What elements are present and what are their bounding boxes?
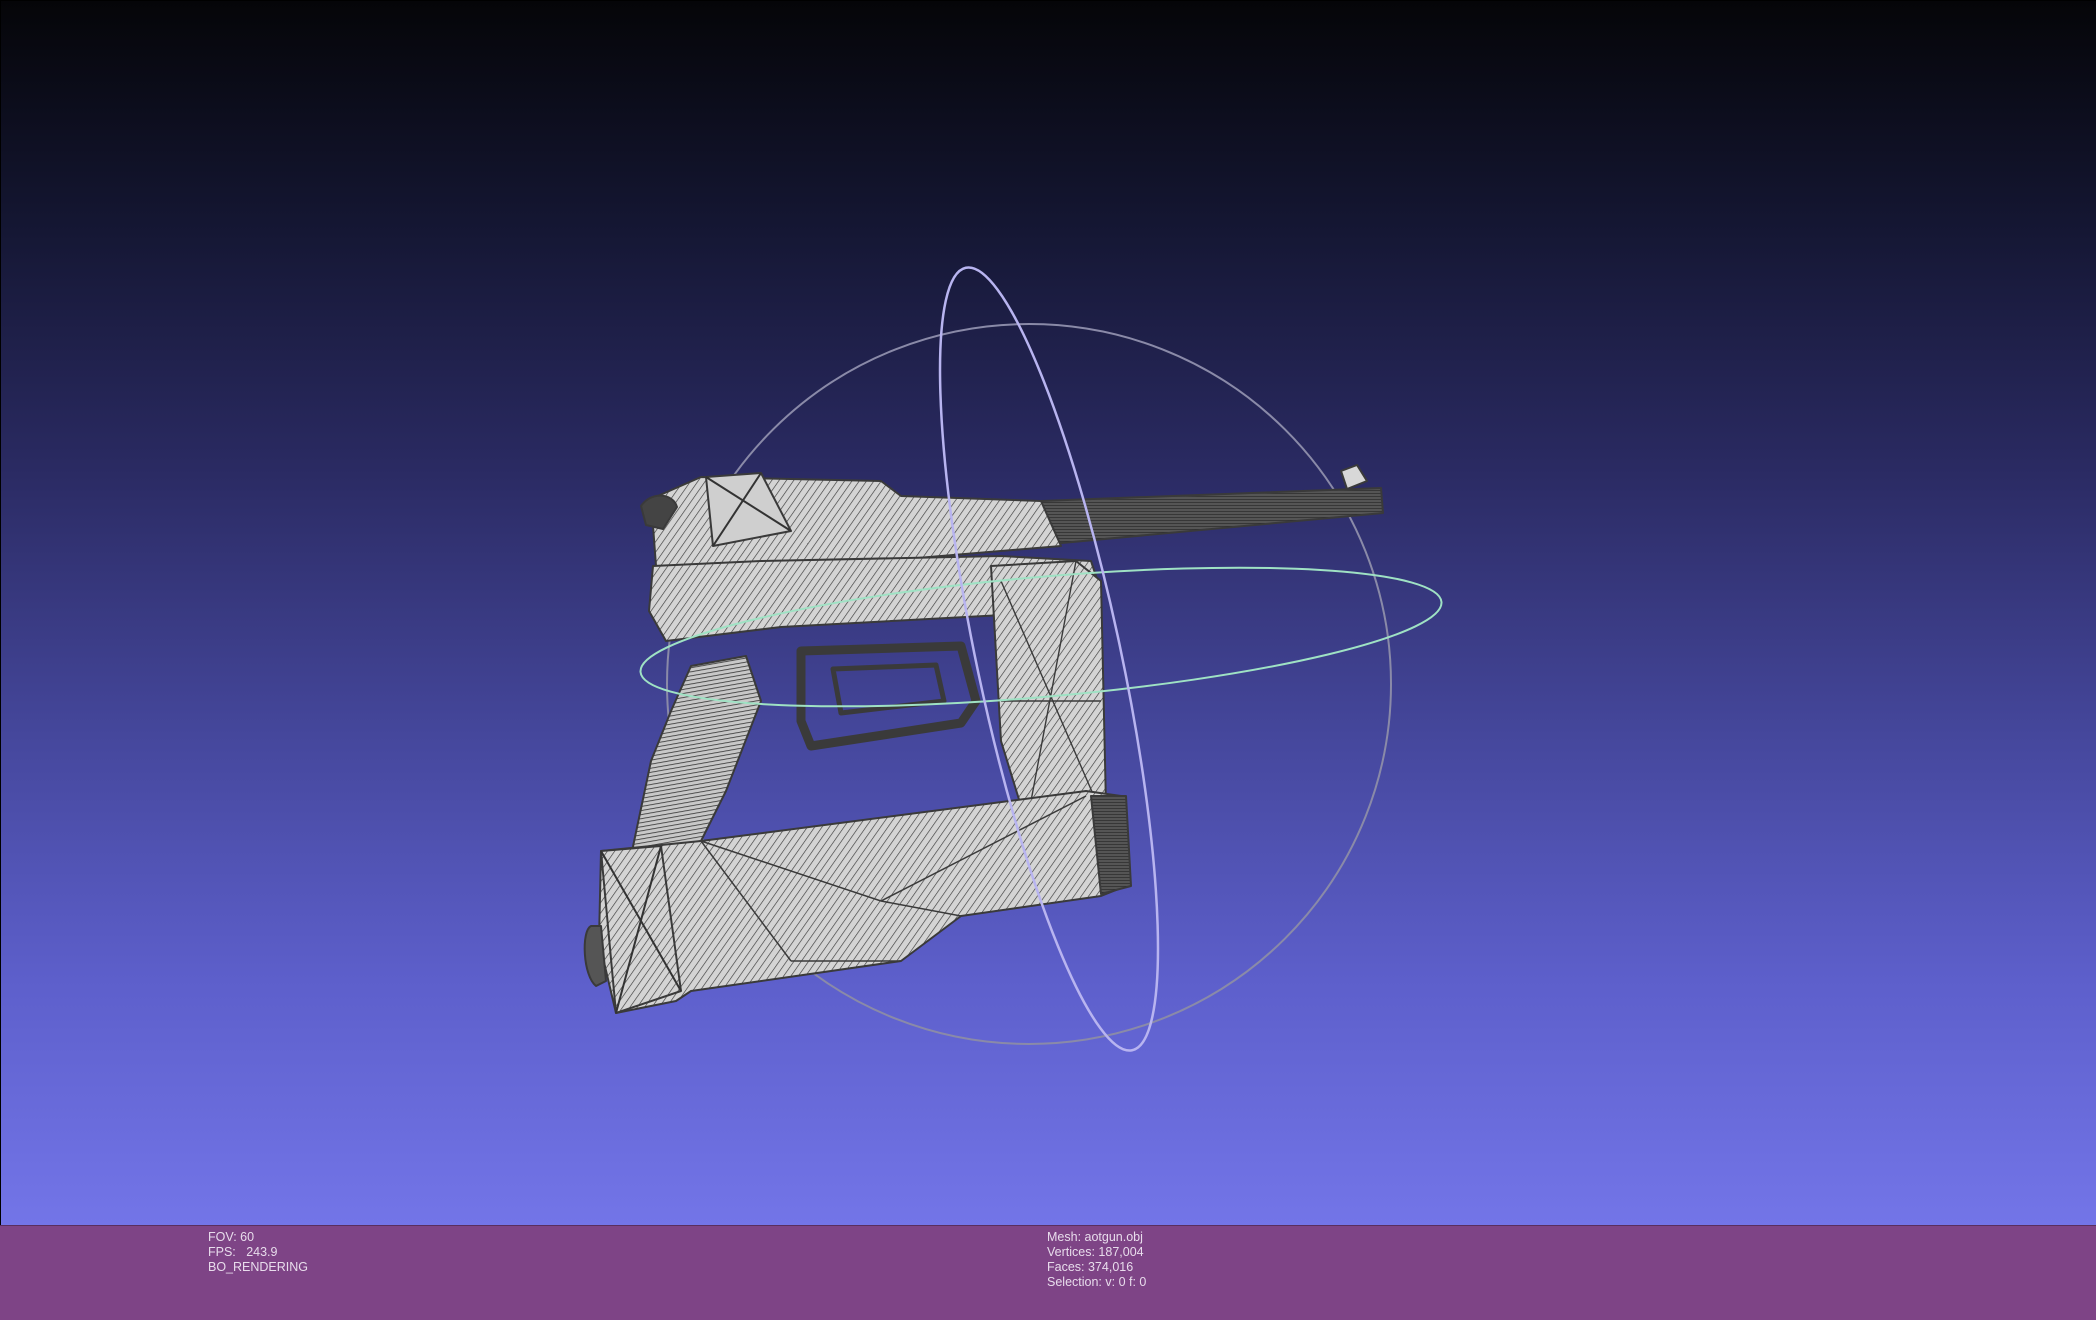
scene-canvas[interactable] [1,1,2096,1225]
3d-viewport[interactable] [0,0,2096,1225]
mesh-front-sight [1340,464,1368,490]
pistol-mesh-icon [583,464,1384,1014]
mesh-grip [630,655,762,857]
faces-label: Faces: 374,016 [1047,1260,1134,1274]
mesh-trigger-guard [796,641,981,751]
mesh-info: Mesh: aotgun.obj Vertices: 187,004 Faces… [1047,1230,1146,1290]
fps-label: FPS: 243.9 [208,1245,278,1259]
selection-label: Selection: v: 0 f: 0 [1047,1275,1147,1289]
mesh-stock-cap [583,925,607,987]
fov-label: FOV: 60 [208,1230,255,1244]
render-mode-label: BO_RENDERING [208,1260,309,1274]
status-bar: FOV: 60 FPS: 243.9 BO_RENDERING Mesh: ao… [0,1225,2096,1320]
mesh-name-label: Mesh: aotgun.obj [1047,1230,1143,1244]
viewer-info: FOV: 60 FPS: 243.9 BO_RENDERING [208,1230,308,1275]
vertices-label: Vertices: 187,004 [1047,1245,1144,1259]
